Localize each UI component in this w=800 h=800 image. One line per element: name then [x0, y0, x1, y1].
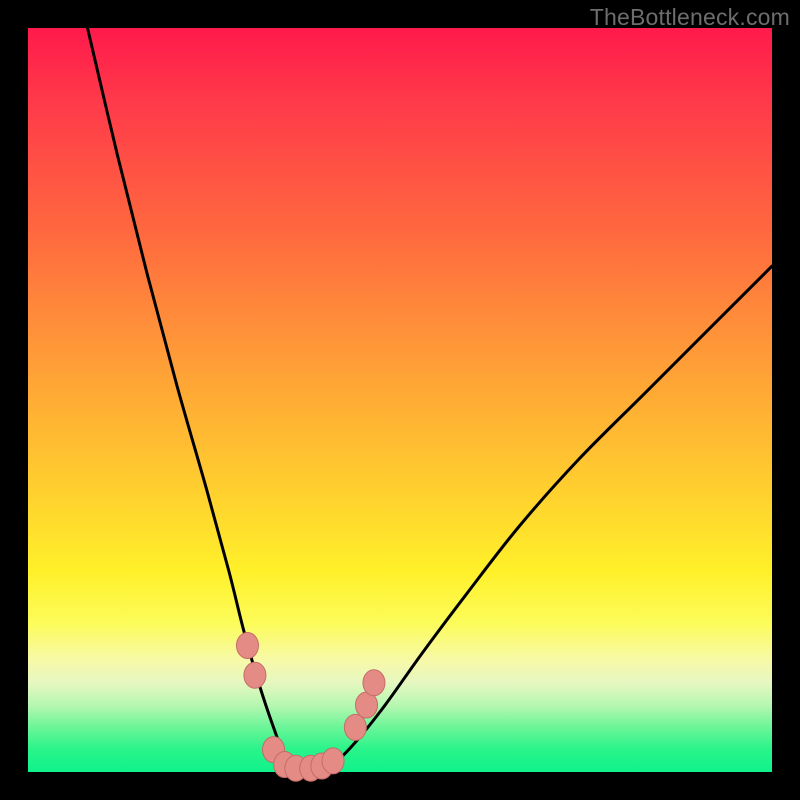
chart-frame: TheBottleneck.com — [0, 0, 800, 800]
marker-point — [244, 662, 266, 688]
bottleneck-curve — [88, 28, 772, 773]
marker-point — [344, 714, 366, 740]
trough-markers — [236, 633, 384, 782]
marker-point — [236, 633, 258, 659]
marker-point — [322, 748, 344, 774]
marker-point — [363, 670, 385, 696]
curve-overlay — [28, 28, 772, 772]
watermark-text: TheBottleneck.com — [590, 4, 790, 31]
